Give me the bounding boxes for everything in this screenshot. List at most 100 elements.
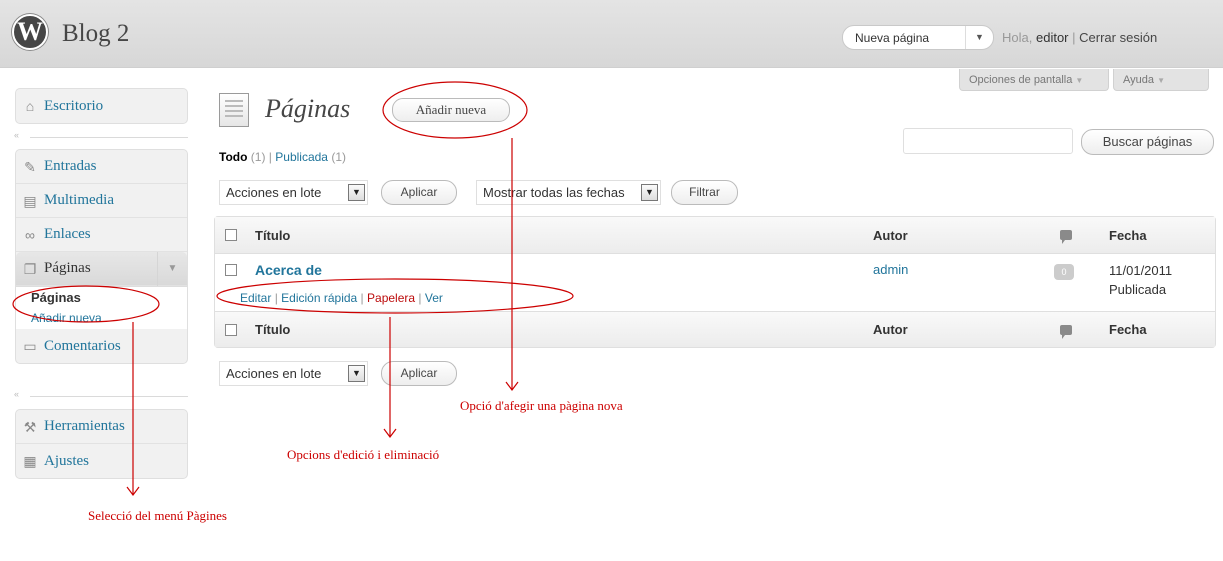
row-status: Publicada — [1109, 282, 1167, 297]
table-footer: Título Autor Fecha — [215, 311, 1215, 347]
menu-label: Ajustes — [44, 452, 89, 469]
select-all-checkbox[interactable] — [225, 229, 237, 241]
bulk-actions-select-bottom[interactable]: Acciones en lote ▼ — [219, 361, 368, 386]
row-title-link[interactable]: Acerca de — [255, 262, 322, 278]
row-date: 11/01/2011 Publicada — [1109, 261, 1172, 299]
page-title: Páginas — [265, 94, 351, 123]
menu-label: Entradas — [44, 158, 97, 174]
separator: | — [268, 150, 272, 164]
comment-icon: ▭ — [23, 338, 37, 354]
menu-item-comments[interactable]: ▭ Comentarios — [16, 329, 187, 363]
date-filter-value: Mostrar todas las fechas — [483, 185, 625, 200]
date-filter-select[interactable]: Mostrar todas las fechas ▼ — [476, 180, 661, 205]
help-button[interactable]: Ayuda ▼ — [1113, 69, 1209, 91]
favorite-actions: Nueva página ▼ — [842, 25, 994, 50]
apply-button-bottom[interactable]: Aplicar — [381, 361, 457, 386]
submenu-item-add-new[interactable]: Añadir nueva — [16, 308, 187, 329]
table-header: Título Autor Fecha — [215, 217, 1215, 253]
screen-options-button[interactable]: Opciones de pantalla ▼ — [959, 69, 1109, 91]
settings-icon: ▦ — [23, 453, 37, 469]
comments-column-icon — [1060, 230, 1072, 244]
separator: | — [1072, 30, 1076, 45]
pages-table: Título Autor Fecha Acerca de Editar | Ed… — [214, 216, 1216, 348]
annotation-arrowhead — [383, 428, 397, 438]
comment-count-badge[interactable]: 0 — [1054, 264, 1074, 280]
trash-link[interactable]: Papelera — [367, 291, 415, 305]
menu-label: Comentarios — [44, 337, 121, 354]
site-title[interactable]: Blog 2 — [62, 20, 129, 48]
menu-label: Enlaces — [44, 226, 91, 242]
pages-submenu: Páginas Añadir nueva — [16, 286, 187, 329]
menu-item-links[interactable]: ∞ Enlaces — [16, 218, 187, 252]
quick-edit-link[interactable]: Edición rápida — [281, 291, 357, 305]
bulk-actions-value: Acciones en lote — [226, 185, 322, 200]
column-title-footer[interactable]: Título — [255, 322, 290, 337]
chevron-down-icon: ▼ — [641, 184, 658, 201]
menu-group-content: ✎ Entradas ▤ Multimedia ∞ Enlaces ❐ Pági… — [15, 149, 188, 364]
search-input[interactable] — [903, 128, 1073, 154]
chevron-down-icon: ▼ — [1075, 76, 1084, 85]
filter-published-count: (1) — [331, 150, 346, 164]
filter-all-link[interactable]: Todo — [219, 150, 247, 164]
wordpress-logo-icon[interactable]: W — [12, 14, 48, 50]
submenu-item-pages[interactable]: Páginas — [16, 287, 187, 308]
favorite-actions-toggle-icon[interactable]: ▼ — [965, 26, 993, 49]
apply-button-top[interactable]: Aplicar — [381, 180, 457, 205]
menu-item-posts[interactable]: ✎ Entradas — [16, 150, 187, 184]
home-icon: ⌂ — [25, 98, 35, 114]
edit-link[interactable]: Editar — [240, 291, 271, 305]
chevron-down-icon: ▼ — [1157, 76, 1165, 85]
media-icon: ▤ — [23, 192, 37, 209]
search-pages-button[interactable]: Buscar páginas — [1081, 129, 1214, 155]
user-name-link[interactable]: editor — [1036, 30, 1069, 45]
help-label: Ayuda — [1123, 74, 1154, 86]
menu-item-tools[interactable]: ⚒ Herramientas — [16, 410, 187, 444]
view-link[interactable]: Ver — [425, 291, 443, 305]
select-all-checkbox[interactable] — [225, 323, 237, 336]
filter-button[interactable]: Filtrar — [671, 180, 738, 205]
add-new-page-button[interactable]: Añadir nueva — [392, 98, 510, 122]
row-actions: Editar | Edición rápida | Papelera | Ver — [240, 291, 443, 305]
collapse-menu-icon[interactable]: « — [14, 130, 19, 140]
pages-icon: ❐ — [23, 260, 37, 277]
greeting-text: Hola, — [1002, 30, 1033, 45]
menu-label: Escritorio — [44, 97, 104, 114]
new-page-action[interactable]: Nueva página — [843, 31, 965, 45]
annotation-edit-options: Opcions d'edició i eliminació — [287, 447, 440, 462]
column-author-footer: Autor — [873, 322, 908, 337]
row-author-link[interactable]: admin — [873, 262, 908, 277]
bulk-actions-value: Acciones en lote — [226, 366, 322, 381]
annotation-arrowhead — [505, 381, 519, 391]
comments-column-icon — [1060, 324, 1072, 339]
filter-all-count: (1) — [250, 150, 266, 164]
logout-link[interactable]: Cerrar sesión — [1079, 30, 1157, 45]
chevron-down-icon[interactable]: ▼ — [157, 252, 187, 286]
bulk-actions-select-top[interactable]: Acciones en lote ▼ — [219, 180, 368, 205]
column-date-header[interactable]: Fecha — [1109, 228, 1147, 243]
table-row: Acerca de Editar | Edición rápida | Pape… — [215, 253, 1215, 311]
column-author-header: Autor — [873, 227, 908, 243]
chevron-down-icon: ▼ — [348, 184, 365, 201]
chevron-down-icon: ▼ — [348, 365, 365, 382]
pushpin-icon: ✎ — [24, 158, 36, 175]
menu-item-pages[interactable]: ❐ Páginas ▼ — [16, 252, 187, 286]
menu-group-settings: ⚒ Herramientas ▦ Ajustes — [15, 409, 188, 479]
annotation-menu-selection: Selecció del menú Pàgines — [88, 508, 227, 523]
annotation-arrowhead — [126, 486, 140, 496]
collapse-menu-icon[interactable]: « — [14, 389, 19, 399]
menu-label: Páginas — [44, 260, 91, 276]
menu-group-dashboard: ⌂ Escritorio — [15, 88, 188, 124]
admin-header: W Blog 2 Nueva página ▼ Hola, editor | C… — [0, 0, 1223, 68]
user-info: Hola, editor | Cerrar sesión — [1002, 30, 1157, 45]
tools-icon: ⚒ — [23, 418, 37, 435]
menu-separator — [30, 137, 188, 138]
filter-published-link[interactable]: Publicada — [275, 150, 328, 164]
menu-item-media[interactable]: ▤ Multimedia — [16, 184, 187, 218]
menu-item-dashboard[interactable]: ⌂ Escritorio — [16, 89, 187, 123]
menu-label: Multimedia — [44, 192, 114, 208]
menu-label: Herramientas — [44, 418, 125, 434]
column-title-header[interactable]: Título — [255, 228, 290, 243]
row-checkbox[interactable] — [225, 264, 237, 276]
menu-item-settings[interactable]: ▦ Ajustes — [16, 444, 187, 478]
column-date-footer[interactable]: Fecha — [1109, 322, 1147, 337]
